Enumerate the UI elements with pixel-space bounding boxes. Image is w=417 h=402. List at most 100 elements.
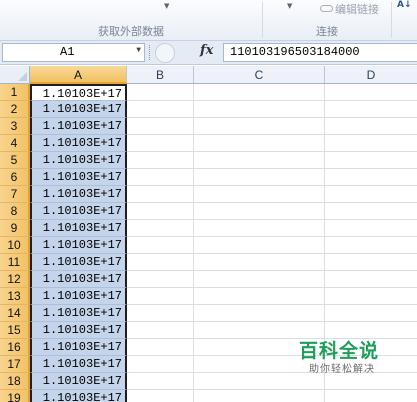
row-header[interactable]: 14: [0, 305, 30, 322]
row-header[interactable]: 18: [0, 373, 30, 390]
cell-c[interactable]: [194, 135, 325, 152]
cell-a[interactable]: 1.10103E+17: [30, 220, 127, 237]
cell-c[interactable]: [194, 220, 325, 237]
cell-d[interactable]: [325, 305, 417, 322]
cell-a[interactable]: 1.10103E+17: [30, 339, 127, 356]
formula-cancel-icon[interactable]: [155, 43, 175, 63]
cell-d[interactable]: [325, 84, 417, 101]
cell-d[interactable]: [325, 254, 417, 271]
cell-a[interactable]: 1.10103E+17: [30, 322, 127, 339]
cell-b[interactable]: [127, 322, 194, 339]
edit-links-button[interactable]: 编辑链接: [320, 1, 379, 17]
row-header[interactable]: 2: [0, 101, 30, 118]
cell-c[interactable]: [194, 186, 325, 203]
formula-input[interactable]: 110103196503184000: [223, 43, 417, 62]
row-header[interactable]: 8: [0, 203, 30, 220]
cell-a[interactable]: 1.10103E+17: [30, 101, 127, 118]
cell-b[interactable]: [127, 220, 194, 237]
cell-b[interactable]: [127, 305, 194, 322]
chevron-down-icon[interactable]: ▼: [136, 46, 141, 55]
row-header[interactable]: 5: [0, 152, 30, 169]
cell-b[interactable]: [127, 152, 194, 169]
cell-b[interactable]: [127, 237, 194, 254]
cell-b[interactable]: [127, 373, 194, 390]
cell-c[interactable]: [194, 169, 325, 186]
row-header[interactable]: 1: [0, 84, 30, 101]
cell-c[interactable]: [194, 271, 325, 288]
cell-d[interactable]: [325, 237, 417, 254]
row-header[interactable]: 7: [0, 186, 30, 203]
cell-d[interactable]: [325, 169, 417, 186]
cell-d[interactable]: [325, 220, 417, 237]
column-header-b[interactable]: B: [127, 66, 194, 84]
cell-b[interactable]: [127, 288, 194, 305]
row-header[interactable]: 15: [0, 322, 30, 339]
row-header[interactable]: 3: [0, 118, 30, 135]
row-header[interactable]: 4: [0, 135, 30, 152]
row-header[interactable]: 10: [0, 237, 30, 254]
cell-c[interactable]: [194, 203, 325, 220]
cell-a[interactable]: 1.10103E+17: [30, 169, 127, 186]
cell-c[interactable]: [194, 288, 325, 305]
row-header[interactable]: 9: [0, 220, 30, 237]
cell-d[interactable]: [325, 152, 417, 169]
cell-b[interactable]: [127, 254, 194, 271]
cell-a[interactable]: 1.10103E+17: [30, 203, 127, 220]
cell-d[interactable]: [325, 101, 417, 118]
cell-b[interactable]: [127, 339, 194, 356]
chevron-down-icon[interactable]: ▼: [287, 2, 292, 10]
cell-d[interactable]: [325, 271, 417, 288]
cell-b[interactable]: [127, 135, 194, 152]
cell-b[interactable]: [127, 118, 194, 135]
cell-d[interactable]: [325, 288, 417, 305]
name-box[interactable]: A1 ▼: [2, 43, 145, 62]
row-header[interactable]: 6: [0, 169, 30, 186]
column-header-a[interactable]: A: [30, 66, 127, 84]
cell-c[interactable]: [194, 390, 325, 402]
cell-a[interactable]: 1.10103E+17: [30, 237, 127, 254]
insert-function-icon[interactable]: fx: [200, 43, 213, 58]
cell-a[interactable]: 1.10103E+17: [30, 152, 127, 169]
cell-a[interactable]: 1.10103E+17: [30, 84, 127, 101]
cell-a[interactable]: 1.10103E+17: [30, 305, 127, 322]
cell-d[interactable]: [325, 135, 417, 152]
cell-a[interactable]: 1.10103E+17: [30, 288, 127, 305]
column-header-c[interactable]: C: [194, 66, 325, 84]
row-header[interactable]: 13: [0, 288, 30, 305]
row-header[interactable]: 16: [0, 339, 30, 356]
sort-az-icon[interactable]: A↓: [397, 0, 412, 10]
cell-c[interactable]: [194, 305, 325, 322]
cell-a[interactable]: 1.10103E+17: [30, 356, 127, 373]
chevron-down-icon[interactable]: ▼: [164, 2, 169, 10]
cell-d[interactable]: [325, 118, 417, 135]
row-header[interactable]: 19: [0, 390, 30, 402]
cell-d[interactable]: [325, 186, 417, 203]
cell-d[interactable]: [325, 390, 417, 402]
cell-d[interactable]: [325, 203, 417, 220]
cell-a[interactable]: 1.10103E+17: [30, 135, 127, 152]
cell-a[interactable]: 1.10103E+17: [30, 271, 127, 288]
cell-b[interactable]: [127, 84, 194, 101]
cell-b[interactable]: [127, 271, 194, 288]
column-header-d[interactable]: D: [325, 66, 417, 84]
cell-c[interactable]: [194, 237, 325, 254]
cell-b[interactable]: [127, 101, 194, 118]
row-header[interactable]: 17: [0, 356, 30, 373]
cell-c[interactable]: [194, 84, 325, 101]
row-header[interactable]: 11: [0, 254, 30, 271]
cell-b[interactable]: [127, 356, 194, 373]
cell-a[interactable]: 1.10103E+17: [30, 390, 127, 402]
cell-a[interactable]: 1.10103E+17: [30, 373, 127, 390]
select-all-corner[interactable]: [0, 66, 30, 84]
cell-b[interactable]: [127, 186, 194, 203]
cell-c[interactable]: [194, 254, 325, 271]
cell-a[interactable]: 1.10103E+17: [30, 186, 127, 203]
formula-bar-splitter[interactable]: [149, 45, 151, 60]
row-header[interactable]: 12: [0, 271, 30, 288]
cell-c[interactable]: [194, 118, 325, 135]
cell-a[interactable]: 1.10103E+17: [30, 118, 127, 135]
cell-c[interactable]: [194, 101, 325, 118]
cell-a[interactable]: 1.10103E+17: [30, 254, 127, 271]
cell-b[interactable]: [127, 169, 194, 186]
cell-b[interactable]: [127, 390, 194, 402]
